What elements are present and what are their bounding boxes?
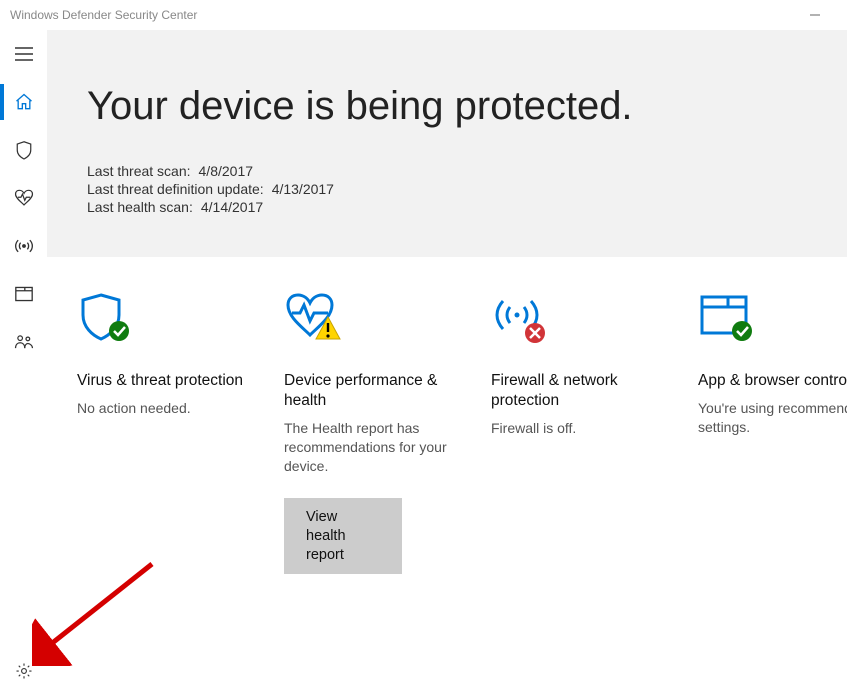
content-area: Your device is being protected. Last thr… xyxy=(47,30,847,695)
sidebar-item-performance[interactable] xyxy=(0,174,47,222)
window-title: Windows Defender Security Center xyxy=(10,8,197,22)
title-bar: Windows Defender Security Center xyxy=(0,0,847,30)
shield-check-icon xyxy=(77,293,133,345)
scan-row-definition: Last threat definition update: 4/13/2017 xyxy=(87,181,847,197)
card-title: Virus & threat protection xyxy=(77,371,252,391)
heart-warning-icon xyxy=(284,293,344,345)
hamburger-menu-button[interactable] xyxy=(0,30,47,78)
radio-tower-error-icon xyxy=(491,293,551,345)
card-desc: No action needed. xyxy=(77,399,252,418)
hero-panel: Your device is being protected. Last thr… xyxy=(47,30,847,257)
scan-value: 4/8/2017 xyxy=(199,163,254,179)
card-desc: You're using recommended settings. xyxy=(698,399,847,437)
scan-value: 4/14/2017 xyxy=(201,199,263,215)
sidebar-item-home[interactable] xyxy=(0,78,47,126)
heart-pulse-icon xyxy=(14,189,34,207)
sidebar-item-settings[interactable] xyxy=(0,647,47,695)
sidebar-item-app-browser[interactable] xyxy=(0,270,47,318)
radio-tower-icon xyxy=(14,237,34,255)
card-title: Device performance & health xyxy=(284,371,459,411)
gear-icon xyxy=(15,662,33,680)
card-title: Firewall & network protection xyxy=(491,371,666,411)
scan-value: 4/13/2017 xyxy=(272,181,334,197)
card-firewall[interactable]: Firewall & network protection Firewall i… xyxy=(491,293,666,574)
view-health-report-button[interactable]: View health report xyxy=(284,498,402,575)
minimize-button[interactable] xyxy=(793,0,837,30)
home-icon xyxy=(14,92,34,112)
scan-row-threat: Last threat scan: 4/8/2017 xyxy=(87,163,847,179)
scan-label: Last threat definition update: xyxy=(87,181,264,197)
card-performance[interactable]: Device performance & health The Health r… xyxy=(284,293,459,574)
sidebar-item-family[interactable] xyxy=(0,318,47,366)
scan-label: Last health scan: xyxy=(87,199,193,215)
sidebar-item-virus[interactable] xyxy=(0,126,47,174)
sidebar xyxy=(0,30,47,695)
card-title: App & browser control xyxy=(698,371,847,391)
card-virus[interactable]: Virus & threat protection No action need… xyxy=(77,293,252,574)
browser-check-icon xyxy=(698,293,758,345)
family-icon xyxy=(14,334,34,350)
card-desc: Firewall is off. xyxy=(491,419,666,438)
sidebar-item-firewall[interactable] xyxy=(0,222,47,270)
card-app-browser[interactable]: App & browser control You're using recom… xyxy=(698,293,847,574)
cards-row: Virus & threat protection No action need… xyxy=(47,257,847,574)
scan-row-health: Last health scan: 4/14/2017 xyxy=(87,199,847,215)
scan-label: Last threat scan: xyxy=(87,163,191,179)
browser-window-icon xyxy=(15,286,33,302)
page-heading: Your device is being protected. xyxy=(87,84,847,129)
shield-icon xyxy=(15,140,33,160)
card-desc: The Health report has recommendations fo… xyxy=(284,419,459,476)
